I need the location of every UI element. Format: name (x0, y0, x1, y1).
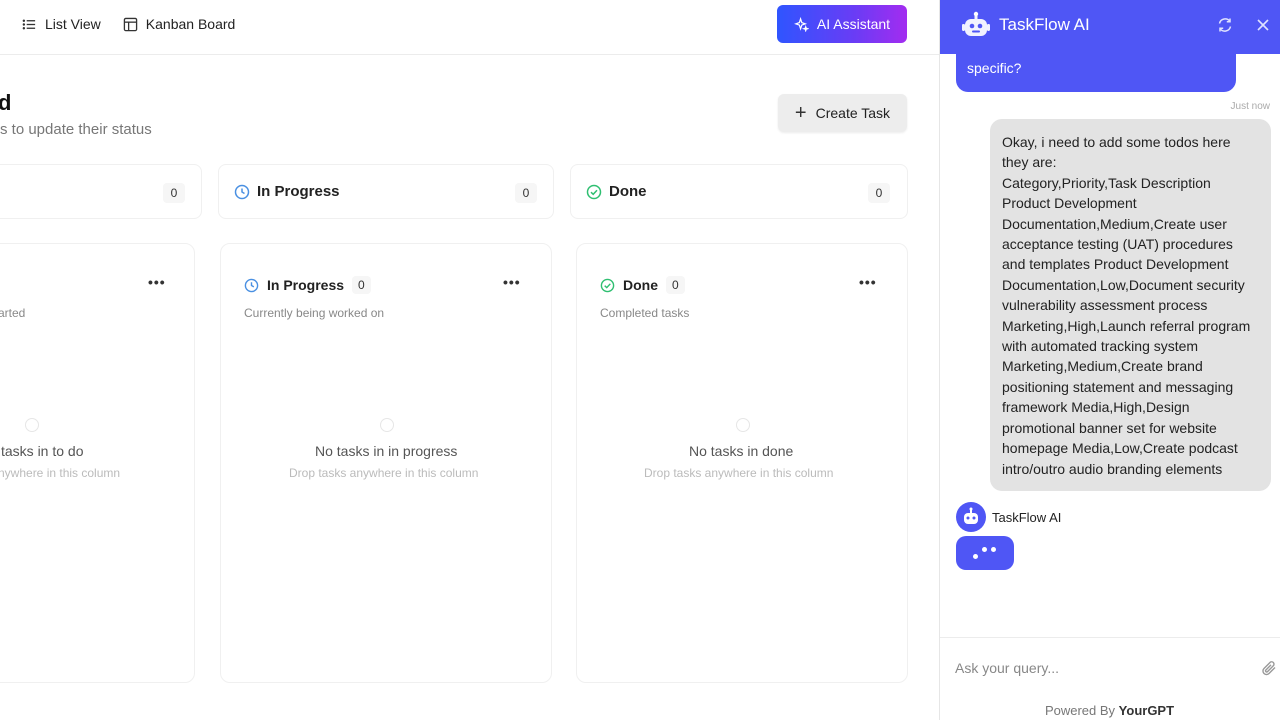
chat-panel: specific? TaskFlow AI Just now Okay, i n… (939, 0, 1280, 720)
bot-name: TaskFlow AI (992, 509, 1062, 525)
create-task-button[interactable]: + Create Task (778, 94, 907, 132)
close-icon[interactable] (1254, 16, 1272, 34)
empty-state-title: No tasks in done (689, 443, 794, 459)
powered-by-text: Powered By (1044, 703, 1116, 718)
column-menu-button[interactable]: ••• (148, 274, 166, 290)
board-icon (123, 17, 138, 31)
bot-identity-row: TaskFlow AI (956, 502, 1061, 532)
tab-kanban-board[interactable]: Kanban Board (115, 10, 244, 38)
column-menu-button[interactable]: ••• (859, 274, 877, 290)
typing-dot (991, 547, 996, 552)
page-title: d (0, 90, 12, 115)
empty-state-icon (380, 418, 394, 432)
empty-state-icon (736, 418, 750, 432)
message-timestamp: Just now (1230, 101, 1270, 112)
column-count: 0 (352, 276, 371, 294)
powered-by-footer: Powered By YourGPT (939, 703, 1280, 718)
column-description: Completed tasks (600, 306, 690, 320)
typing-dot (982, 547, 987, 552)
summary-count: 0 (163, 183, 185, 203)
paperclip-icon[interactable] (1260, 659, 1278, 677)
view-tabs: List View Kanban Board (14, 10, 243, 38)
summary-card-in-progress: In Progress 0 (218, 164, 554, 219)
empty-state-title: tasks in to do (1, 443, 84, 459)
column-header: Done 0 (600, 276, 685, 294)
create-task-label: Create Task (815, 105, 891, 121)
column-title: In Progress (267, 277, 345, 293)
summary-card-done: Done 0 (570, 164, 908, 219)
column-count: 0 (666, 276, 685, 294)
query-input[interactable] (955, 658, 1245, 678)
empty-state-hint: Drop tasks anywhere in this column (289, 466, 479, 480)
kanban-board-area: List View Kanban Board AI Assistant d s … (0, 0, 939, 720)
tab-kanban-board-label: Kanban Board (145, 16, 236, 32)
empty-state-hint: nywhere in this column (0, 466, 121, 480)
summary-label: Done (609, 183, 647, 200)
clock-icon (234, 184, 250, 200)
chat-title: TaskFlow AI (999, 15, 1090, 34)
ai-assistant-label: AI Assistant (816, 16, 891, 32)
bot-message-text: specific? (967, 60, 1022, 76)
column-title: Done (623, 277, 658, 293)
powered-by-brand[interactable]: YourGPT (1119, 703, 1174, 718)
page-subtitle: s to update their status (0, 121, 152, 138)
check-circle-icon (586, 184, 602, 200)
refresh-icon[interactable] (1216, 16, 1234, 34)
summary-count: 0 (515, 183, 537, 203)
ai-assistant-button[interactable]: AI Assistant (777, 5, 907, 43)
user-message-text: Okay, i need to add some todos here they… (1002, 134, 1251, 477)
top-toolbar: List View Kanban Board AI Assistant (0, 0, 939, 55)
typing-indicator (956, 536, 1014, 570)
empty-state-icon (25, 418, 39, 432)
column-todo: ••• arted tasks in to do nywhere in this… (0, 243, 195, 683)
user-message-bubble: Okay, i need to add some todos here they… (990, 119, 1271, 491)
app-root: List View Kanban Board AI Assistant d s … (0, 0, 1280, 720)
summary-card-todo: 0 (0, 164, 202, 219)
column-done: Done 0 ••• Completed tasks No tasks in d… (576, 243, 908, 683)
chat-header: TaskFlow AI (940, 0, 1280, 54)
column-description: arted (0, 306, 26, 320)
summary-label: In Progress (257, 183, 340, 200)
column-menu-button[interactable]: ••• (503, 274, 521, 290)
column-header: In Progress 0 (244, 276, 371, 294)
clock-icon (244, 278, 259, 292)
empty-state-title: No tasks in in progress (315, 443, 458, 459)
check-circle-icon (600, 278, 615, 292)
tab-list-view[interactable]: List View (14, 10, 109, 38)
column-description: Currently being worked on (244, 306, 385, 320)
plus-icon: + (794, 102, 807, 124)
typing-dot (973, 554, 978, 559)
summary-count: 0 (868, 183, 890, 203)
list-icon (22, 19, 36, 29)
bot-avatar-icon (956, 502, 986, 532)
robot-icon (962, 11, 990, 36)
empty-state-hint: Drop tasks anywhere in this column (644, 466, 834, 480)
tab-list-view-label: List View (45, 16, 101, 32)
column-in-progress: In Progress 0 ••• Currently being worked… (220, 243, 552, 683)
chat-input-row (940, 637, 1280, 697)
sparkles-icon (793, 16, 809, 32)
